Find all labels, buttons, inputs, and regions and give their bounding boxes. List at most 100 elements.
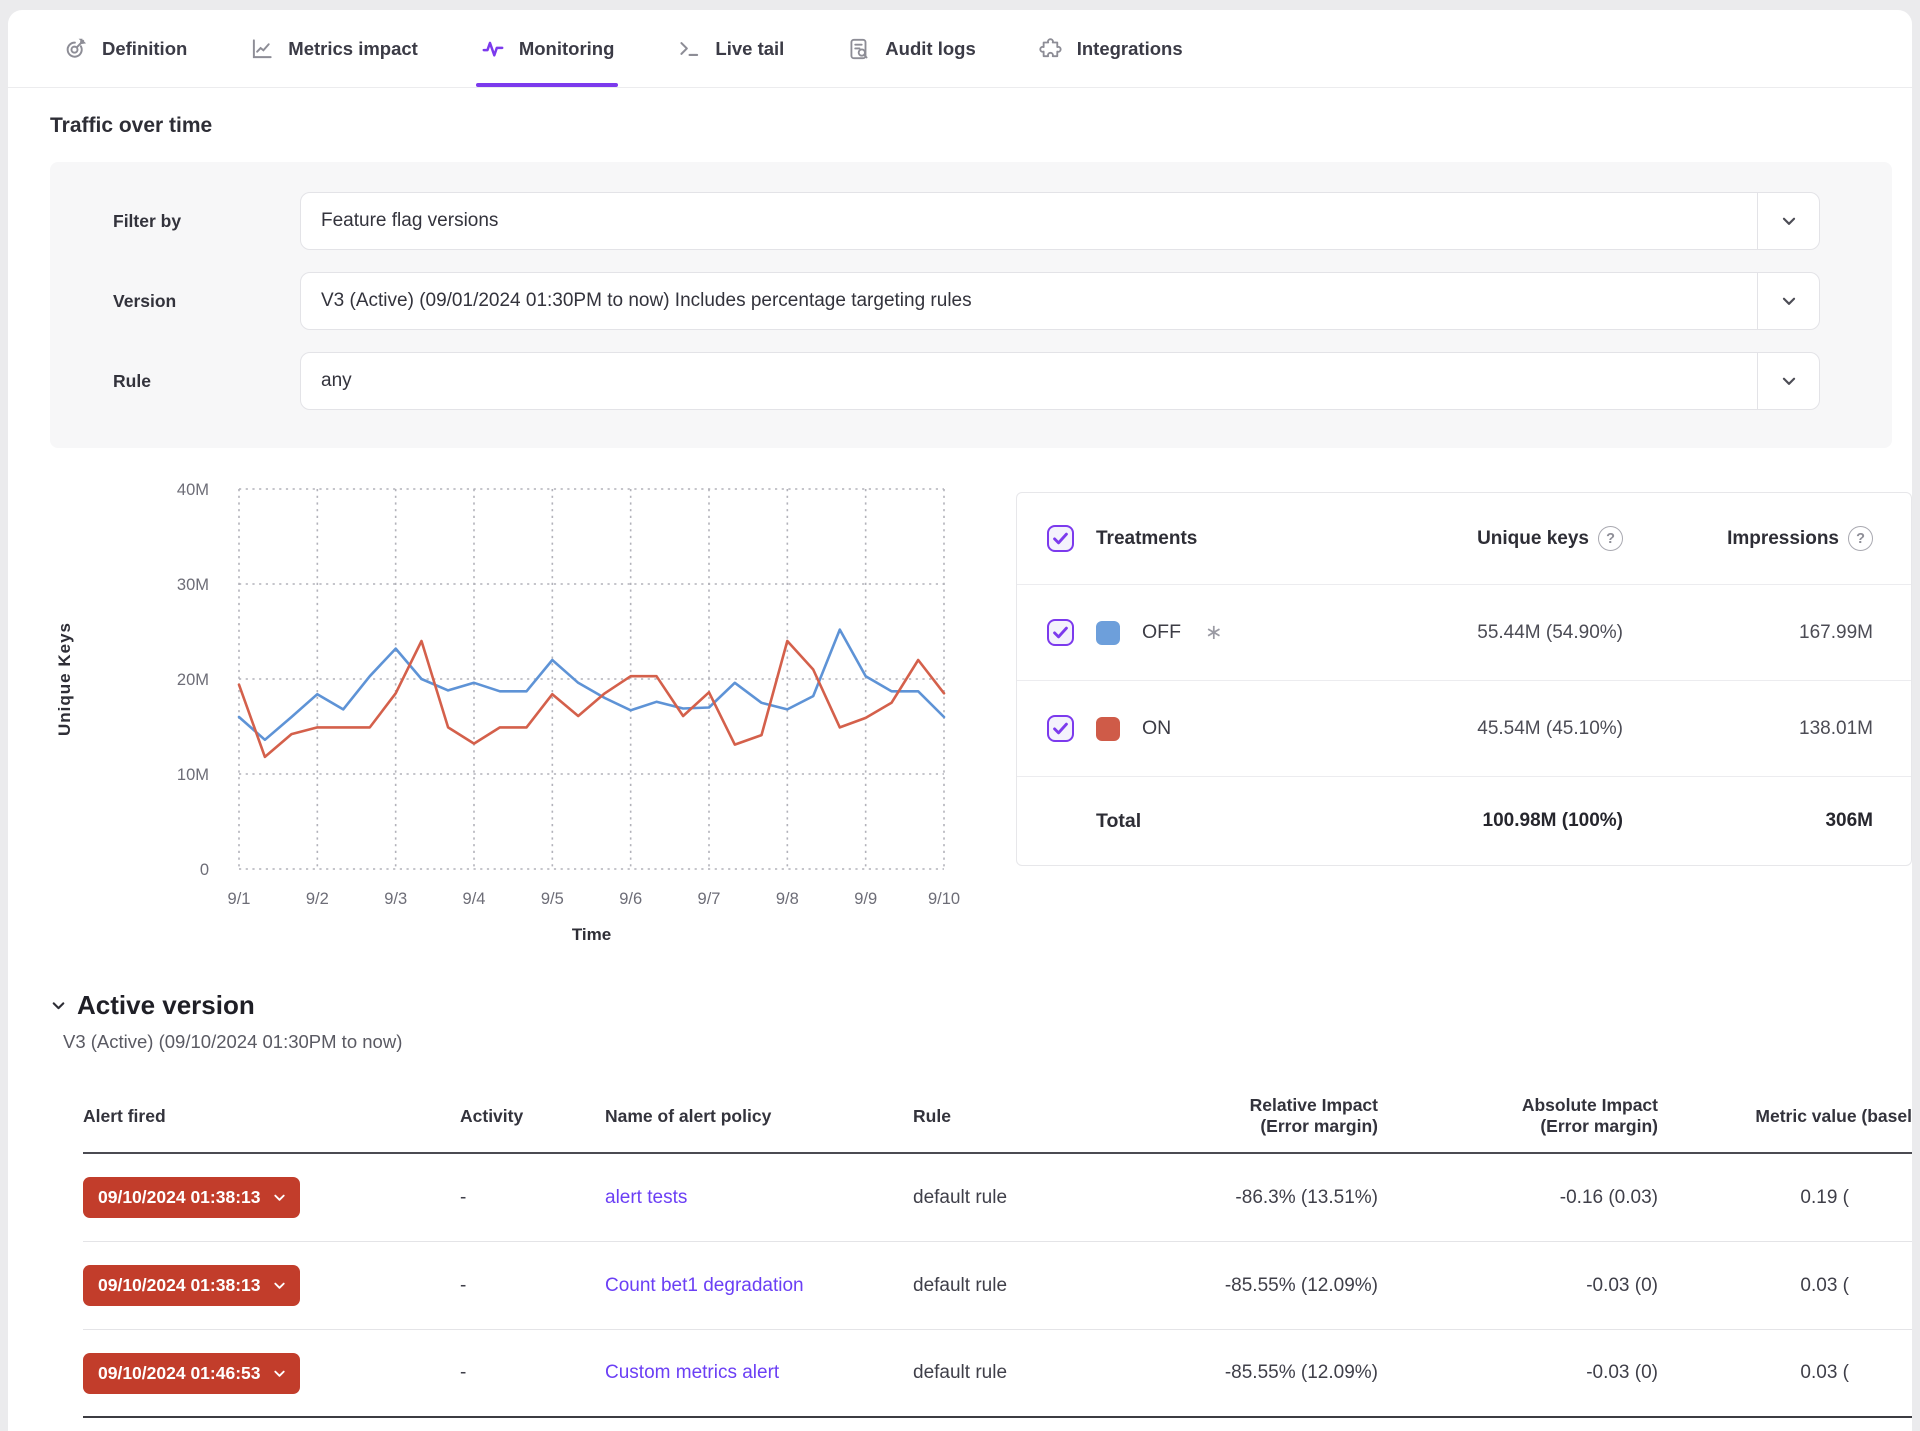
svg-text:40M: 40M — [177, 481, 209, 499]
alert-policy-link[interactable]: Custom metrics alert — [605, 1362, 779, 1383]
alert-rule: default rule — [913, 1275, 1128, 1297]
version-label: Version — [113, 291, 300, 312]
total-label: Total — [1096, 810, 1141, 833]
off-impressions: 167.99M — [1623, 622, 1873, 644]
off-unique-keys: 55.44M (54.90%) — [1293, 622, 1623, 644]
page-title: Traffic over time — [50, 114, 1912, 138]
svg-text:9/2: 9/2 — [306, 890, 329, 908]
off-checkbox[interactable] — [1047, 619, 1074, 646]
rule-label: Rule — [113, 371, 300, 392]
chevron-down-icon — [272, 1366, 287, 1381]
tab-audit-logs[interactable]: Audit logs — [846, 10, 975, 87]
active-version-title: Active version — [77, 990, 255, 1021]
chevron-down-icon — [50, 997, 67, 1014]
col-activity: Activity — [438, 1106, 583, 1127]
col-metric-value: Metric value (basel — [1658, 1106, 1912, 1127]
alerts-header-row: Alert fired Activity Name of alert polic… — [83, 1079, 1912, 1154]
alert-absolute-impact: -0.16 (0.03) — [1378, 1187, 1658, 1209]
active-version-header[interactable]: Active version — [50, 990, 1912, 1021]
alert-rule: default rule — [913, 1187, 1128, 1209]
treatment-row-on: ON 45.54M (45.10%) 138.01M — [1017, 681, 1911, 777]
puzzle-icon — [1038, 36, 1064, 62]
monitoring-pulse-icon — [480, 36, 506, 62]
alert-policy-link[interactable]: Count bet1 degradation — [605, 1275, 804, 1296]
on-color-swatch — [1096, 717, 1120, 741]
tab-label: Audit logs — [885, 38, 975, 60]
col-rule: Rule — [913, 1106, 1128, 1127]
chevron-down-icon — [1757, 193, 1819, 249]
alert-relative-impact: -86.3% (13.51%) — [1128, 1187, 1378, 1209]
filter-by-select[interactable]: Feature flag versions — [300, 192, 1820, 250]
tab-monitoring[interactable]: Monitoring — [480, 10, 615, 87]
checkbox-check-icon — [1051, 529, 1070, 548]
alert-policy-link[interactable]: alert tests — [605, 1187, 687, 1208]
treatment-name: ON — [1142, 717, 1171, 740]
tab-label: Integrations — [1077, 38, 1183, 60]
rule-select[interactable]: any — [300, 352, 1820, 410]
definition-target-icon — [63, 36, 89, 62]
alert-metric-value: 0.03 ( — [1658, 1275, 1912, 1297]
alert-metric-value: 0.03 ( — [1658, 1362, 1912, 1384]
on-impressions: 138.01M — [1623, 718, 1873, 740]
impressions-header: Impressions — [1727, 528, 1839, 550]
rule-value: any — [301, 370, 1757, 392]
treatments-total-row: Total 100.98M (100%) 306M — [1017, 777, 1911, 865]
tab-definition[interactable]: Definition — [63, 10, 187, 87]
tab-label: Live tail — [715, 38, 784, 60]
treatment-row-off: OFF ∗ 55.44M (54.90%) 167.99M — [1017, 585, 1911, 681]
treatment-name: OFF — [1142, 621, 1181, 644]
alert-row: 09/10/2024 01:46:53 - Custom metrics ale… — [83, 1330, 1912, 1418]
chevron-down-icon — [1757, 273, 1819, 329]
treatments-title: Treatments — [1096, 528, 1197, 550]
alert-fired-badge[interactable]: 09/10/2024 01:38:13 — [83, 1265, 300, 1306]
filter-by-value: Feature flag versions — [301, 210, 1757, 232]
col-policy: Name of alert policy — [583, 1106, 913, 1127]
alert-absolute-impact: -0.03 (0) — [1378, 1275, 1658, 1297]
tab-label: Metrics impact — [288, 38, 418, 60]
treatments-header-row: Treatments Unique keys ? Impressions ? — [1017, 493, 1911, 585]
off-color-swatch — [1096, 621, 1120, 645]
tab-metrics-impact[interactable]: Metrics impact — [249, 10, 418, 87]
version-row: Version V3 (Active) (09/01/2024 01:30PM … — [113, 272, 1820, 330]
total-impressions: 306M — [1623, 810, 1873, 832]
svg-text:10M: 10M — [177, 766, 209, 784]
svg-text:9/8: 9/8 — [776, 890, 799, 908]
svg-text:9/4: 9/4 — [463, 890, 486, 908]
traffic-visualization: 010M20M30M40M9/19/29/39/49/59/69/79/89/9… — [44, 476, 1912, 946]
filter-by-label: Filter by — [113, 211, 300, 232]
rule-row: Rule any — [113, 352, 1820, 410]
version-value: V3 (Active) (09/01/2024 01:30PM to now) … — [301, 290, 1757, 312]
svg-text:0: 0 — [200, 861, 209, 879]
traffic-line-chart: 010M20M30M40M9/19/29/39/49/59/69/79/89/9… — [44, 476, 964, 946]
tab-live-tail[interactable]: Live tail — [676, 10, 784, 87]
alert-row: 09/10/2024 01:38:13 - alert tests defaul… — [83, 1154, 1912, 1242]
alert-fired-badge[interactable]: 09/10/2024 01:46:53 — [83, 1353, 300, 1394]
alert-fired-badge[interactable]: 09/10/2024 01:38:13 — [83, 1177, 300, 1218]
tab-label: Definition — [102, 38, 187, 60]
svg-text:9/5: 9/5 — [541, 890, 564, 908]
col-alert-fired: Alert fired — [83, 1106, 438, 1127]
tab-bar: Definition Metrics impact Monitoring — [8, 10, 1912, 88]
col-relative-impact: Relative Impact (Error margin) — [1128, 1095, 1378, 1137]
col-absolute-impact: Absolute Impact (Error margin) — [1378, 1095, 1658, 1137]
select-all-checkbox[interactable] — [1047, 525, 1074, 552]
chevron-down-icon — [272, 1278, 287, 1293]
svg-text:30M: 30M — [177, 576, 209, 594]
treatments-panel: Treatments Unique keys ? Impressions ? — [1016, 492, 1912, 866]
svg-text:9/3: 9/3 — [384, 890, 407, 908]
alert-relative-impact: -85.55% (12.09%) — [1128, 1275, 1378, 1297]
tab-integrations[interactable]: Integrations — [1038, 10, 1183, 87]
help-icon[interactable]: ? — [1598, 526, 1623, 551]
default-treatment-icon: ∗ — [1205, 620, 1223, 645]
help-icon[interactable]: ? — [1848, 526, 1873, 551]
main-card: Definition Metrics impact Monitoring — [8, 10, 1912, 1431]
alert-fired-time: 09/10/2024 01:38:13 — [98, 1275, 261, 1296]
version-select[interactable]: V3 (Active) (09/01/2024 01:30PM to now) … — [300, 272, 1820, 330]
metrics-chart-icon — [249, 36, 275, 62]
filter-panel: Filter by Feature flag versions Version … — [50, 162, 1892, 448]
total-unique-keys: 100.98M (100%) — [1293, 810, 1623, 832]
alert-fired-time: 09/10/2024 01:46:53 — [98, 1363, 261, 1384]
svg-text:9/9: 9/9 — [854, 890, 877, 908]
on-checkbox[interactable] — [1047, 715, 1074, 742]
alert-activity: - — [438, 1275, 583, 1297]
